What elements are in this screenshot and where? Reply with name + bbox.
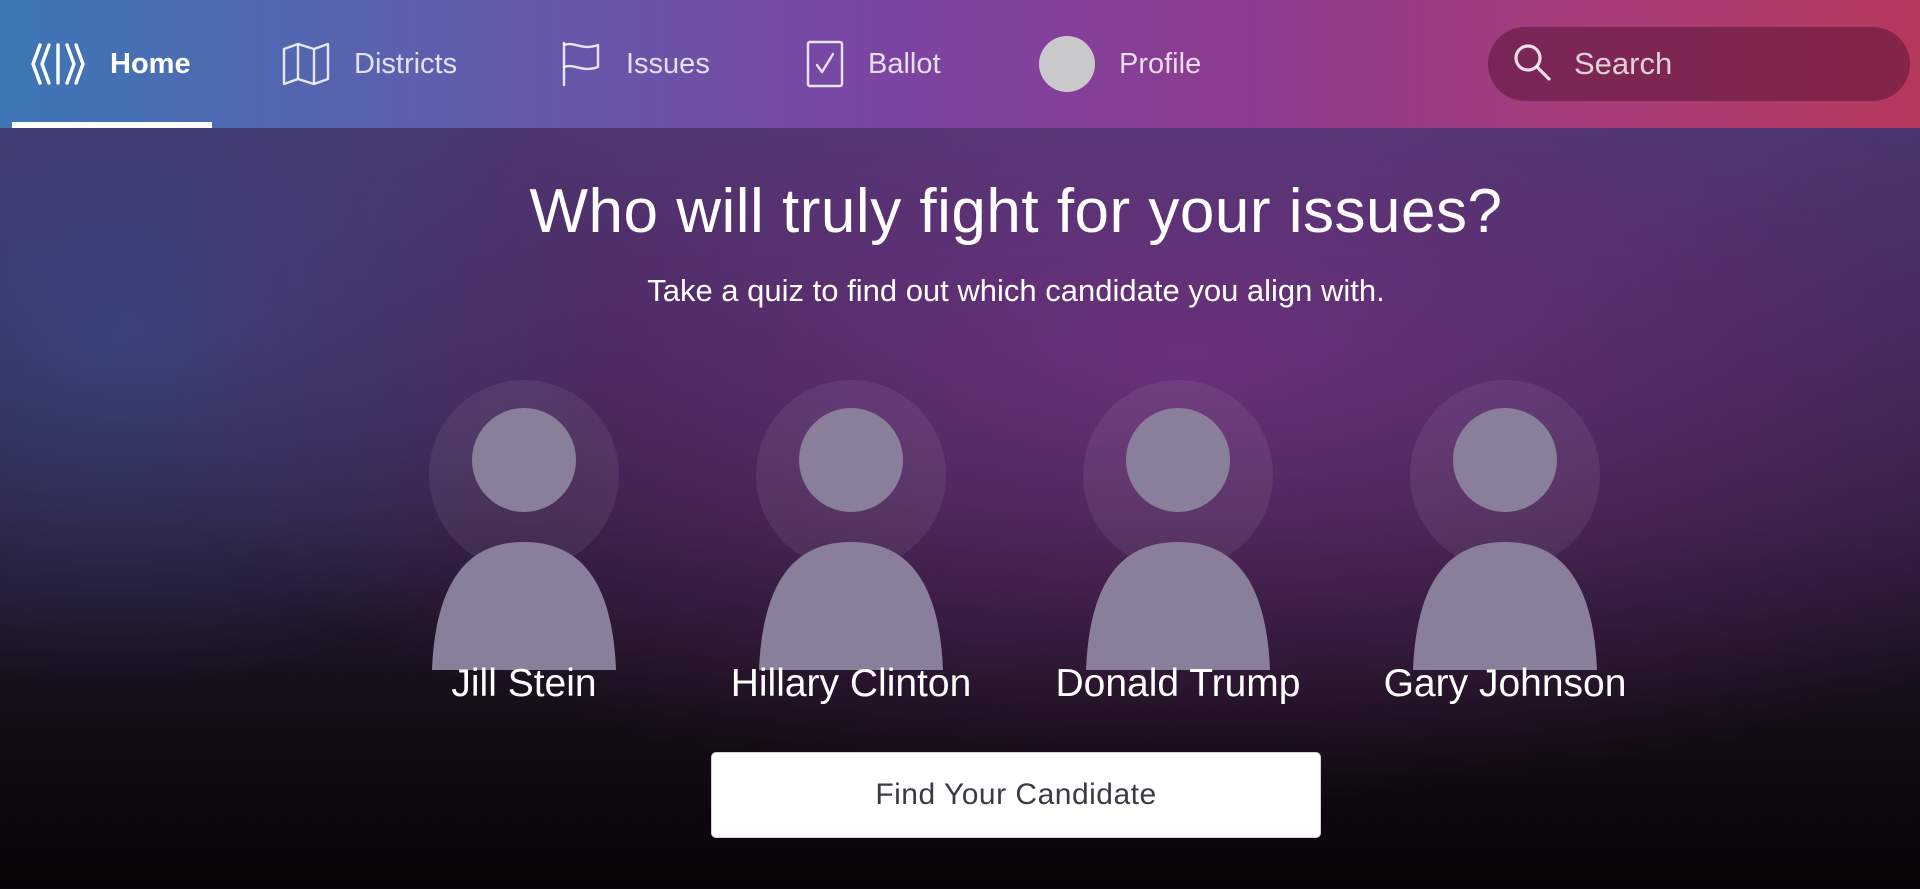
nav-home[interactable]: Home [30, 0, 191, 128]
candidate-portrait [414, 350, 634, 670]
avatar-icon [1039, 36, 1095, 92]
nav-profile-label: Profile [1119, 47, 1202, 80]
nav-home-label: Home [110, 47, 191, 80]
search-icon [1512, 42, 1552, 87]
candidate-name: Jill Stein [451, 662, 597, 705]
nav-profile[interactable]: Profile [1039, 0, 1201, 128]
nav-districts[interactable]: Districts [282, 0, 457, 128]
nav-issues-label: Issues [626, 47, 710, 80]
nav-ballot[interactable]: Ballot [806, 0, 941, 128]
candidate-portrait [1068, 350, 1288, 670]
search-input[interactable] [1574, 46, 1894, 82]
signal-waves-icon [30, 41, 86, 87]
candidate-name: Gary Johnson [1383, 662, 1627, 705]
nav-issues[interactable]: Issues [560, 0, 710, 128]
candidate-card-3[interactable]: Donald Trump [1028, 350, 1328, 720]
search-box[interactable] [1488, 27, 1910, 101]
candidate-portrait [1395, 350, 1615, 670]
page-title: Who will truly fight for your issues? [529, 177, 1503, 246]
candidate-portrait [741, 350, 961, 670]
candidate-card-2[interactable]: Hillary Clinton [701, 350, 1001, 720]
nav-ballot-label: Ballot [868, 47, 941, 80]
flag-icon [560, 41, 602, 87]
checkbox-icon [806, 40, 844, 88]
find-your-candidate-button[interactable]: Find Your Candidate [711, 752, 1321, 838]
candidate-name: Hillary Clinton [730, 662, 972, 705]
candidate-name: Donald Trump [1055, 662, 1301, 705]
candidate-card-1[interactable]: Jill Stein [374, 350, 674, 720]
page-subtitle: Take a quiz to find out which candidate … [647, 273, 1385, 308]
top-nav: Home Districts Issues Ballot Profile Sea… [0, 0, 1920, 128]
map-icon [282, 41, 330, 87]
candidate-card-4[interactable]: Gary Johnson [1355, 350, 1655, 720]
nav-districts-label: Districts [354, 47, 458, 80]
active-tab-indicator [12, 122, 212, 128]
